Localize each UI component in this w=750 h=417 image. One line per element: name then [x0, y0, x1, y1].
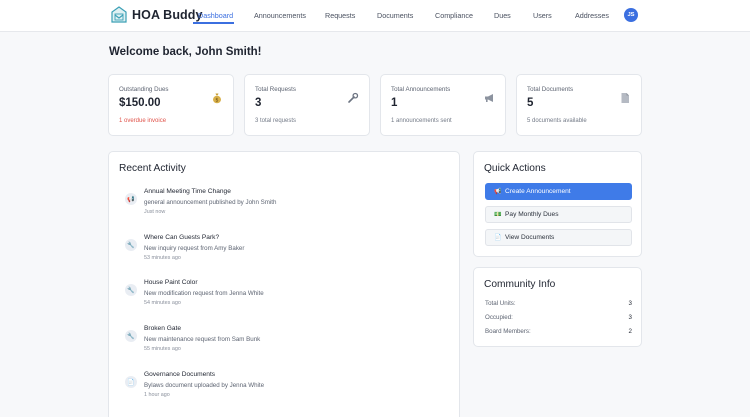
activity-title: House Paint Color [144, 279, 198, 286]
nav-item-documents[interactable]: Documents [377, 11, 413, 20]
activity-title: Annual Meeting Time Change [144, 188, 231, 195]
quick-actions-panel: Quick Actions 📢 Create Announcement 💵 Pa… [473, 151, 642, 257]
info-label: Occupied: [485, 314, 513, 321]
info-label: Total Units: [485, 300, 516, 307]
nav-item-requests[interactable]: Requests [325, 11, 355, 20]
active-tab-indicator [193, 22, 234, 24]
document-icon: 📄 [125, 376, 137, 388]
activity-item[interactable]: 🔧 Where Can Guests Park? New inquiry req… [123, 234, 443, 274]
stat-card-total-documents: Total Documents 5 5 documents available [516, 74, 642, 136]
community-info-panel: Community Info Total Units: 3 Occupied: … [473, 267, 642, 347]
megaphone-icon: 📢 [494, 189, 502, 195]
stat-subtext: 5 documents available [527, 118, 587, 124]
button-label: View Documents [505, 234, 555, 241]
megaphone-icon: 📢 [125, 193, 137, 205]
stat-value: 1 [391, 97, 398, 109]
activity-description: New maintenance request from Sam Bunk [144, 336, 261, 343]
stat-value: 3 [255, 97, 262, 109]
panel-title: Quick Actions [484, 163, 546, 174]
activity-time: 1 hour ago [144, 392, 170, 398]
activity-description: New inquiry request from Amy Baker [144, 245, 245, 252]
activity-time: Just now [144, 209, 166, 215]
nav-item-announcements[interactable]: Announcements [254, 11, 306, 20]
create-announcement-button[interactable]: 📢 Create Announcement [485, 183, 632, 200]
stat-card-total-announcements: Total Announcements 1 1 announcements se… [380, 74, 506, 136]
nav-item-dashboard[interactable]: Dashboard [198, 11, 233, 20]
house-logo-icon [111, 6, 127, 23]
stat-card-total-requests: Total Requests 3 3 total requests [244, 74, 370, 136]
brand-name: HOA Buddy [132, 8, 203, 22]
info-label: Board Members: [485, 328, 531, 335]
activity-title: Broken Gate [144, 325, 182, 332]
pay-monthly-dues-button[interactable]: 💵 Pay Monthly Dues [485, 206, 632, 223]
button-label: Pay Monthly Dues [505, 211, 559, 218]
nav-item-addresses[interactable]: Addresses [575, 11, 609, 20]
document-icon: 📄 [494, 235, 502, 241]
nav-item-compliance[interactable]: Compliance [435, 11, 473, 20]
user-avatar[interactable]: JS [624, 8, 638, 22]
stat-subtext: 1 announcements sent [391, 118, 452, 124]
recent-activity-panel: Recent Activity 📢 Annual Meeting Time Ch… [108, 151, 460, 417]
svg-text:$: $ [215, 97, 218, 103]
activity-time: 53 minutes ago [144, 255, 181, 261]
info-value: 3 [628, 314, 632, 321]
activity-item[interactable]: 📄 Governance Documents Bylaws document u… [123, 371, 443, 411]
activity-item[interactable]: 🔧 House Paint Color New modification req… [123, 279, 443, 319]
activity-title: Where Can Guests Park? [144, 234, 220, 241]
activity-time: 54 minutes ago [144, 300, 181, 306]
stat-value: $150.00 [119, 97, 161, 109]
stat-label: Total Requests [255, 86, 296, 93]
stat-card-outstanding-dues: Outstanding Dues $150.00 1 overdue invoi… [108, 74, 234, 136]
stat-value: 5 [527, 97, 534, 109]
wrench-icon: 🔧 [125, 239, 137, 251]
activity-item[interactable]: 📢 Annual Meeting Time Change general ann… [123, 188, 443, 228]
panel-title: Recent Activity [119, 163, 186, 174]
info-value: 3 [628, 300, 632, 307]
nav-item-users[interactable]: Users [533, 11, 552, 20]
activity-description: New modification request from Jenna Whit… [144, 290, 264, 297]
wrench-icon: 🔧 [125, 330, 137, 342]
top-navigation-bar: HOA Buddy Dashboard Announcements Reques… [0, 0, 750, 32]
button-label: Create Announcement [505, 188, 571, 195]
info-row-occupied: Occupied: 3 [485, 314, 632, 324]
nav-item-dues[interactable]: Dues [494, 11, 511, 20]
stat-subtext: 1 overdue invoice [119, 118, 167, 124]
view-documents-button[interactable]: 📄 View Documents [485, 229, 632, 246]
money-bag-icon: $ [213, 93, 221, 103]
panel-title: Community Info [484, 279, 556, 290]
document-icon [621, 93, 629, 103]
brand[interactable]: HOA Buddy [111, 6, 203, 24]
stat-label: Total Announcements [391, 86, 451, 93]
info-value: 2 [628, 328, 632, 335]
stat-label: Outstanding Dues [119, 86, 169, 93]
stat-subtext: 3 total requests [255, 118, 297, 124]
welcome-heading: Welcome back, John Smith! [109, 46, 262, 58]
activity-item[interactable]: 🔧 Broken Gate New maintenance request fr… [123, 325, 443, 365]
money-icon: 💵 [494, 212, 502, 218]
info-row-board-members: Board Members: 2 [485, 328, 632, 338]
info-row-total-units: Total Units: 3 [485, 300, 632, 310]
activity-description: general announcement published by John S… [144, 199, 277, 206]
wrench-icon: 🔧 [125, 284, 137, 296]
wrench-icon [348, 92, 359, 103]
activity-description: Bylaws document uploaded by Jenna White [144, 382, 265, 389]
stat-label: Total Documents [527, 86, 574, 93]
activity-time: 55 minutes ago [144, 346, 181, 352]
megaphone-icon [485, 94, 493, 102]
activity-title: Governance Documents [144, 371, 216, 378]
